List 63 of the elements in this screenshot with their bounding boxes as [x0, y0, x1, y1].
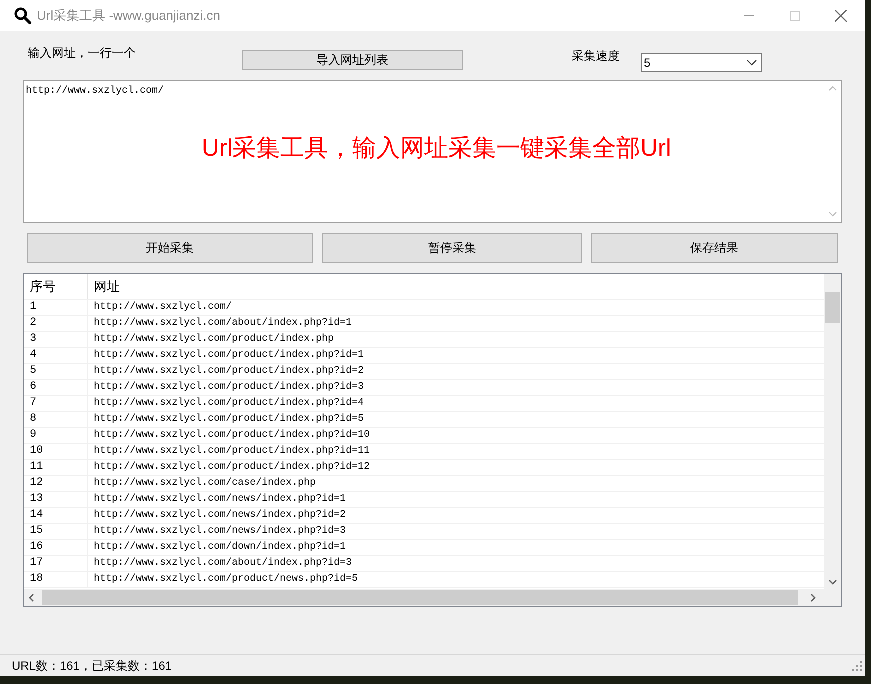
url-text: http://www.sxzlycl.com/ — [26, 84, 164, 99]
search-icon — [14, 6, 32, 24]
row-number: 5 — [24, 364, 88, 379]
pause-button[interactable]: 暂停采集 — [322, 233, 582, 263]
url-cell-text: http://www.sxzlycl.com/about/index.php?id=3 — [93, 556, 352, 571]
save-button[interactable]: 保存结果 — [591, 233, 838, 263]
row-number: 1 — [24, 300, 88, 315]
url-cell-text: http://www.sxzlycl.com/product/index.php?id=1 — [93, 348, 364, 363]
row-number: 9 — [24, 428, 88, 443]
row-number: 17 — [24, 556, 88, 571]
row-number: 13 — [24, 492, 88, 507]
url-cell-text: http://www.sxzlycl.com/case/index.php — [93, 476, 316, 491]
url-cell-text: http://www.sxzlycl.com/about/index.php?id=1 — [93, 316, 352, 331]
resize-grip-icon[interactable] — [852, 660, 862, 670]
scroll-up-icon[interactable] — [829, 86, 837, 91]
url-cell-text: http://www.sxzlycl.com/product/index.php?id=12 — [93, 460, 370, 475]
chevron-down-icon — [747, 60, 757, 66]
row-number: 10 — [24, 444, 88, 459]
url-cell-text: http://www.sxzlycl.com/product/news.php?id=5 — [93, 572, 358, 587]
url-textarea[interactable]: http://www.sxzlycl.com/ Url采集工具，输入网址采集一键采集全部Url — [23, 80, 842, 223]
url-cell-text: http://www.sxzlycl.com/news/index.php?id=3 — [93, 524, 346, 539]
row-number: 3 — [24, 332, 88, 347]
row-number: 11 — [24, 460, 88, 475]
maximize-icon[interactable] — [790, 10, 800, 20]
url-cell-text: http://www.sxzlycl.com/down/index.php?id=1 — [93, 540, 346, 555]
window-title: Url采集工具 -www.guanjianzi.cn — [37, 6, 220, 25]
horizontal-scrollbar[interactable] — [24, 589, 841, 606]
scroll-down-icon[interactable] — [828, 580, 836, 585]
row-number: 8 — [24, 412, 88, 427]
input-label: 输入网址，一行一个 — [28, 45, 136, 62]
speed-label: 采集速度 — [572, 48, 620, 65]
url-cell-text: http://www.sxzlycl.com/product/index.php?id=2 — [93, 364, 364, 379]
url-cell-text: http://www.sxzlycl.com/product/index.php?id=5 — [93, 412, 364, 427]
row-number: 15 — [24, 524, 88, 539]
scroll-thumb[interactable] — [825, 292, 840, 323]
speed-dropdown[interactable]: 5 — [641, 53, 762, 72]
scroll-right-icon[interactable] — [811, 594, 816, 602]
row-number: 14 — [24, 508, 88, 523]
start-button[interactable]: 开始采集 — [27, 233, 314, 263]
url-cell-text: http://www.sxzlycl.com/ — [93, 300, 232, 315]
vertical-scrollbar[interactable] — [824, 274, 841, 590]
row-number: 18 — [24, 572, 88, 587]
column-header[interactable]: 网址 — [88, 276, 120, 296]
url-cell-text: http://www.sxzlycl.com/news/index.php?id=1 — [93, 492, 346, 507]
row-number: 7 — [24, 396, 88, 411]
scroll-left-icon[interactable] — [29, 594, 34, 602]
column-header[interactable]: 序号 — [24, 274, 88, 299]
url-cell-text: http://www.sxzlycl.com/product/index.php?id=3 — [93, 380, 364, 395]
status-text: URL数：161，已采集数：161 — [12, 658, 172, 674]
row-number: 16 — [24, 540, 88, 555]
scroll-thumb[interactable] — [42, 590, 798, 605]
url-cell-text: http://www.sxzlycl.com/product/index.php — [93, 332, 334, 347]
url-cell-text: http://www.sxzlycl.com/product/index.php?id=11 — [93, 444, 370, 459]
url-cell-text: http://www.sxzlycl.com/product/index.php?id=4 — [93, 396, 364, 411]
row-number: 6 — [24, 380, 88, 395]
row-number: 4 — [24, 348, 88, 363]
row-number: 12 — [24, 476, 88, 491]
row-number: 2 — [24, 316, 88, 331]
url-cell-text: http://www.sxzlycl.com/product/index.php?id=10 — [93, 428, 370, 443]
close-icon[interactable] — [835, 10, 847, 22]
url-cell-text: http://www.sxzlycl.com/news/index.php?id=2 — [93, 508, 346, 523]
banner-text: Url采集工具，输入网址采集一键采集全部Url — [202, 134, 672, 164]
import-list-button[interactable]: 导入网址列表 — [242, 50, 463, 70]
